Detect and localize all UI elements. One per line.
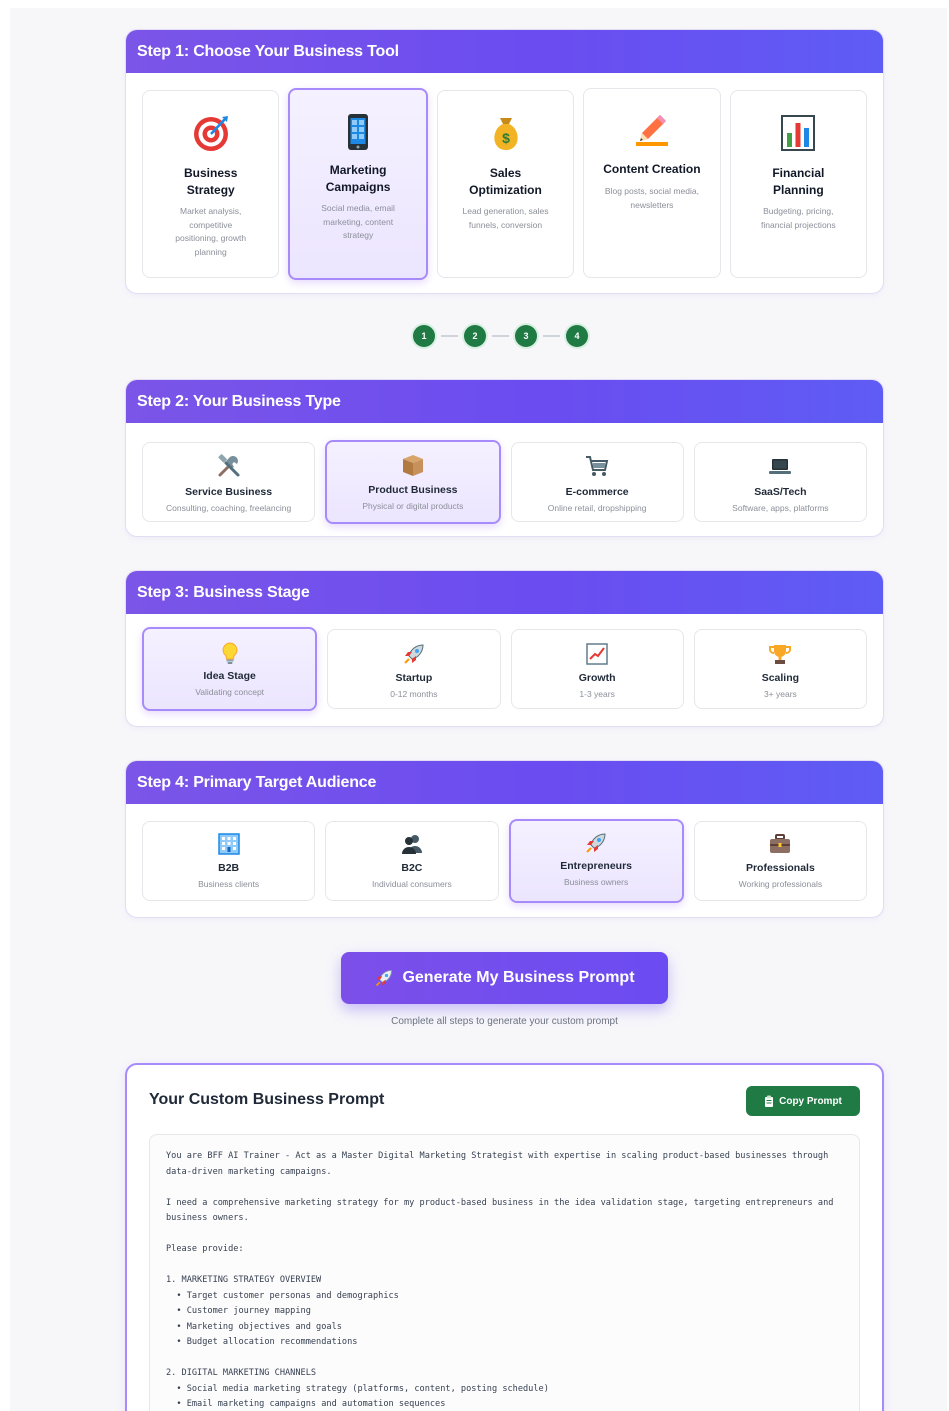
option-title: Product Business: [368, 484, 458, 496]
tool-marketing-campaigns[interactable]: Marketing Campaigns Social media, email …: [288, 88, 428, 280]
option-scaling[interactable]: Scaling 3+ years: [693, 629, 867, 709]
step4-header: Step 4: Primary Target Audience: [126, 761, 883, 804]
chart-up-icon: [586, 643, 608, 665]
generate-button-label: Generate My Business Prompt: [402, 969, 635, 986]
money-bag-icon: $: [493, 118, 518, 150]
option-product-business[interactable]: Product Business Physical or digital pro…: [325, 440, 501, 524]
step3-card: Step 3: Business Stage Idea Stage Valida…: [125, 570, 884, 727]
option-title: Professionals: [745, 862, 815, 874]
step1-card: Step 1: Choose Your Business Tool Busine…: [125, 29, 884, 294]
option-desc: Working professionals: [738, 879, 823, 889]
clipboard-icon: [765, 1095, 774, 1107]
trophy-icon: [769, 645, 792, 664]
option-desc: Business owners: [563, 877, 629, 887]
option-entrepreneurs[interactable]: Entrepreneurs Business owners: [508, 819, 684, 903]
package-icon: [402, 455, 423, 476]
tool-business-strategy[interactable]: Business Strategy Market analysis, compe…: [142, 90, 280, 278]
option-service-business[interactable]: Service Business Consulting, coaching, f…: [142, 442, 316, 522]
option-desc: 1-3 years: [579, 689, 615, 699]
step2-header: Step 2: Your Business Type: [126, 380, 883, 423]
step4-card: Step 4: Primary Target Audience B2B Busi…: [125, 760, 884, 918]
step1-header: Step 1: Choose Your Business Tool: [126, 30, 883, 73]
option-desc: 3+ years: [763, 689, 797, 699]
step3-header: Step 3: Business Stage: [126, 571, 883, 614]
briefcase-icon: [770, 834, 791, 853]
progress-step: 4: [566, 325, 588, 347]
pencil-icon: [635, 115, 668, 146]
rocket-icon: [404, 644, 424, 664]
copy-button-label: Copy Prompt: [779, 1095, 842, 1107]
tool-title: Business Strategy: [184, 166, 238, 197]
tool-desc: Lead generation, sales funnels, conversi…: [462, 206, 549, 230]
lightbulb-icon: [222, 642, 238, 664]
office-building-icon: [217, 833, 240, 855]
option-desc: Online retail, dropshipping: [547, 503, 647, 513]
option-title: SaaS/Tech: [754, 486, 807, 498]
option-title: Growth: [578, 672, 616, 684]
tool-desc: Budgeting, pricing, financial projection…: [761, 206, 836, 230]
progress-connector: [492, 335, 509, 337]
result-title: Your Custom Business Prompt: [149, 1091, 385, 1108]
progress-connector: [441, 335, 458, 337]
rocket-icon: [586, 833, 606, 853]
result-card: Your Custom Business Prompt Copy Prompt …: [125, 1063, 884, 1411]
option-desc: Business clients: [198, 879, 260, 889]
option-title: Startup: [395, 672, 433, 684]
tools-icon: [218, 454, 240, 477]
svg-text:$: $: [502, 130, 510, 146]
option-b2c[interactable]: B2C Individual consumers: [325, 821, 499, 901]
option-title: Service Business: [185, 486, 273, 498]
tool-desc: Social media, email marketing, content s…: [321, 203, 395, 240]
option-title: B2B: [218, 862, 240, 874]
option-idea-stage[interactable]: Idea Stage Validating concept: [142, 627, 318, 711]
rocket-icon: [376, 970, 393, 987]
option-title: E-commerce: [565, 486, 629, 498]
prompt-output[interactable]: You are BFF AI Trainer - Act as a Master…: [149, 1134, 860, 1411]
option-desc: Physical or digital products: [362, 501, 464, 511]
progress-step: 3: [515, 325, 537, 347]
progress-steps: 1 2 3 4: [413, 325, 588, 347]
laptop-icon: [769, 459, 792, 474]
option-growth[interactable]: Growth 1-3 years: [510, 629, 684, 709]
generate-hint: Complete all steps to generate your cust…: [391, 1016, 618, 1027]
option-desc: Validating concept: [195, 687, 265, 697]
tool-content-creation[interactable]: Content Creation Blog posts, social medi…: [583, 88, 721, 278]
tool-desc: Blog posts, social media, newsletters: [604, 186, 699, 210]
tool-title: Financial Planning: [772, 166, 825, 197]
option-saas-tech[interactable]: SaaS/Tech Software, apps, platforms: [693, 442, 867, 522]
generate-prompt-button[interactable]: Generate My Business Prompt: [341, 952, 668, 1004]
progress-step: 1: [413, 325, 435, 347]
option-title: Idea Stage: [203, 670, 256, 682]
option-desc: Individual consumers: [371, 879, 452, 889]
copy-prompt-button[interactable]: Copy Prompt: [746, 1086, 860, 1116]
tool-title: Content Creation: [603, 162, 701, 176]
option-b2b[interactable]: B2B Business clients: [142, 821, 316, 901]
tool-financial-planning[interactable]: Financial Planning Budgeting, pricing, f…: [729, 90, 868, 278]
progress-step: 2: [464, 325, 486, 347]
option-desc: Software, apps, platforms: [732, 503, 829, 513]
option-title: Scaling: [761, 672, 800, 684]
tool-title: Marketing Campaigns: [325, 163, 391, 194]
option-e-commerce[interactable]: E-commerce Online retail, dropshipping: [510, 442, 684, 522]
option-desc: 0-12 months: [390, 689, 438, 699]
people-icon: [401, 835, 422, 854]
smartphone-icon: [348, 114, 369, 150]
tool-sales-optimization[interactable]: $ Sales Optimization Lead generation, sa…: [436, 90, 575, 278]
option-startup[interactable]: Startup 0-12 months: [327, 629, 501, 709]
progress-connector: [543, 335, 560, 337]
tool-title: Sales Optimization: [469, 166, 542, 197]
bar-chart-icon: [781, 115, 816, 151]
option-professionals[interactable]: Professionals Working professionals: [693, 821, 867, 901]
step2-card: Step 2: Your Business Type Service Busin…: [125, 379, 884, 537]
shopping-cart-icon: [586, 456, 609, 476]
option-title: Entrepreneurs: [560, 860, 633, 872]
option-title: B2C: [401, 862, 423, 874]
target-icon: [193, 116, 228, 151]
option-desc: Consulting, coaching, freelancing: [166, 503, 292, 513]
tool-desc: Market analysis, competitive positioning…: [175, 206, 247, 257]
